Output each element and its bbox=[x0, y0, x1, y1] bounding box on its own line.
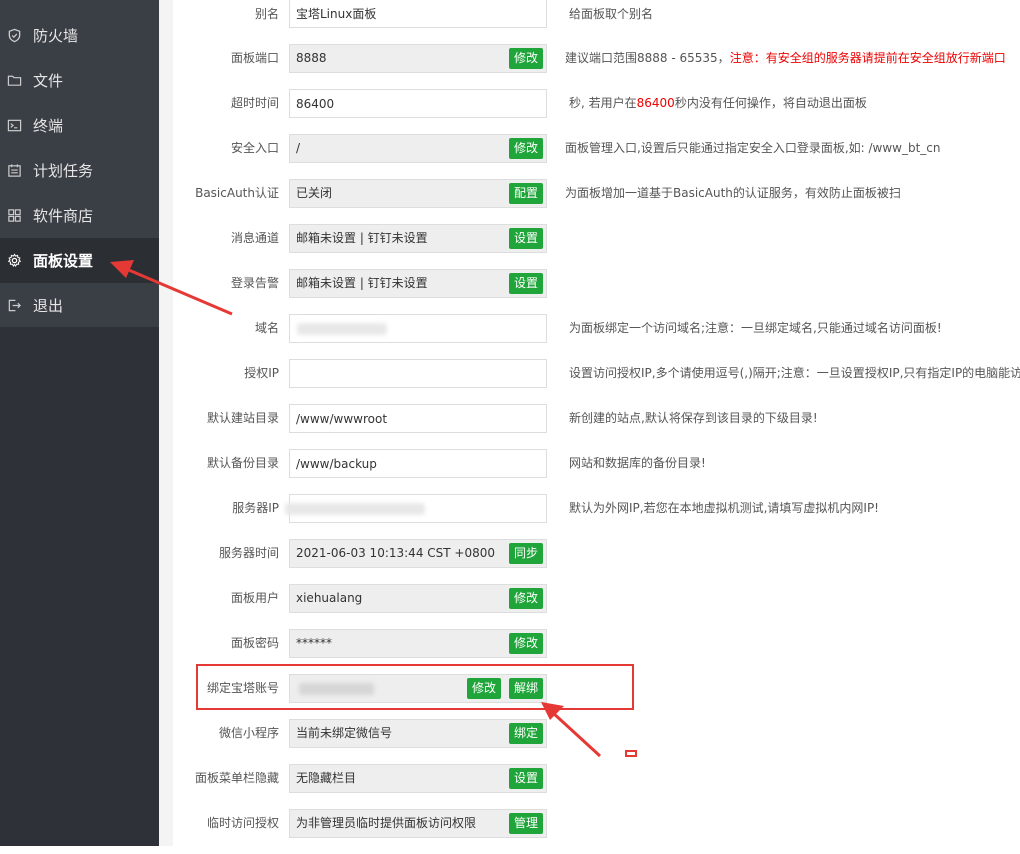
backup-dir-input[interactable] bbox=[289, 449, 547, 478]
edit-entrance-button[interactable]: 修改 bbox=[509, 138, 544, 159]
setting-timeout: 超时时间 秒, 若用户在86400秒内没有任何操作，将自动退出面板 bbox=[173, 89, 1020, 134]
shield-icon bbox=[6, 28, 22, 44]
set-menu-hide-button[interactable]: 设置 bbox=[509, 768, 544, 789]
redacted-value bbox=[285, 503, 425, 515]
sync-time-button[interactable]: 同步 bbox=[509, 543, 544, 564]
sidebar-item-firewall[interactable]: 防火墙 bbox=[0, 13, 159, 58]
setting-hint: 面板管理入口,设置后只能通过指定安全入口登录面板,如: /www_bt_cn bbox=[565, 141, 941, 155]
content-gutter bbox=[159, 0, 173, 846]
hint-warning: 注意：有安全组的服务器请提前在安全组放行新端口 bbox=[729, 51, 1006, 65]
setting-hint: 为面板增加一道基于BasicAuth的认证服务，有效防止面板被扫 bbox=[565, 186, 901, 200]
grid-icon bbox=[6, 208, 22, 224]
sidebar-item-label: 文件 bbox=[33, 72, 64, 90]
calendar-icon bbox=[6, 163, 22, 179]
setting-panel-user: 面板用户 xiehualang 修改 bbox=[173, 584, 1020, 629]
site-dir-input[interactable] bbox=[289, 404, 547, 433]
setting-label: 服务器IP bbox=[232, 501, 279, 515]
annotation-highlight-box bbox=[196, 664, 634, 710]
timeout-input[interactable] bbox=[289, 89, 547, 118]
setting-label: 默认备份目录 bbox=[206, 456, 279, 470]
gear-icon bbox=[6, 253, 22, 269]
setting-domain: 域名 为面板绑定一个访问域名;注意：一旦绑定域名,只能通过域名访问面板! bbox=[173, 314, 1020, 359]
sidebar-item-label: 计划任务 bbox=[33, 162, 94, 180]
setting-label: 授权IP bbox=[244, 366, 279, 380]
sidebar-item-terminal[interactable]: 终端 bbox=[0, 103, 159, 148]
edit-port-button[interactable]: 修改 bbox=[509, 48, 544, 69]
terminal-icon bbox=[6, 118, 22, 134]
set-login-alert-button[interactable]: 设置 bbox=[509, 273, 544, 294]
setting-menu-hide: 面板菜单栏隐藏 无隐藏栏目 设置 bbox=[173, 764, 1020, 809]
manage-temp-access-button[interactable]: 管理 bbox=[509, 813, 544, 834]
setting-hint: 建议端口范围8888 - 65535，注意：有安全组的服务器请提前在安全组放行新… bbox=[565, 44, 1006, 73]
setting-label: 别名 bbox=[254, 7, 279, 21]
sidebar-item-label: 终端 bbox=[33, 117, 64, 135]
setting-label: 微信小程序 bbox=[218, 726, 279, 740]
setting-label: 默认建站目录 bbox=[206, 411, 279, 425]
hint-text: 秒, 若用户在 bbox=[569, 96, 637, 110]
setting-temp-access: 临时访问授权 为非管理员临时提供面板访问权限 管理 bbox=[173, 809, 1020, 854]
setting-site-dir: 默认建站目录 新创建的站点,默认将保存到该目录的下级目录! bbox=[173, 404, 1020, 449]
setting-hint: 默认为外网IP,若您在本地虚拟机测试,请填写虚拟机内网IP! bbox=[569, 501, 879, 515]
annotation-mark bbox=[625, 750, 637, 757]
setting-label: BasicAuth认证 bbox=[195, 186, 279, 200]
setting-backup-dir: 默认备份目录 网站和数据库的备份目录! bbox=[173, 449, 1020, 494]
setting-label: 消息通道 bbox=[230, 231, 279, 245]
set-message-channel-button[interactable]: 设置 bbox=[509, 228, 544, 249]
setting-port: 面板端口 8888 修改 建议端口范围8888 - 65535，注意：有安全组的… bbox=[173, 44, 1020, 89]
setting-label: 面板菜单栏隐藏 bbox=[194, 771, 279, 785]
setting-label: 域名 bbox=[254, 321, 279, 335]
alias-input[interactable] bbox=[289, 0, 547, 28]
auth-ip-input[interactable] bbox=[289, 359, 547, 388]
setting-alias: 别名 给面板取个别名 bbox=[173, 0, 1020, 45]
setting-message-channel: 消息通道 邮箱未设置 | 钉钉未设置 设置 bbox=[173, 224, 1020, 269]
setting-hint: 新创建的站点,默认将保存到该目录的下级目录! bbox=[569, 411, 818, 425]
hint-highlight: 86400 bbox=[636, 96, 675, 110]
setting-basicauth: BasicAuth认证 已关闭 配置 为面板增加一道基于BasicAuth的认证… bbox=[173, 179, 1020, 224]
setting-hint: 网站和数据库的备份目录! bbox=[569, 456, 706, 470]
setting-wechat: 微信小程序 当前未绑定微信号 绑定 bbox=[173, 719, 1020, 764]
sidebar-item-label: 退出 bbox=[33, 297, 64, 315]
setting-login-alert: 登录告警 邮箱未设置 | 钉钉未设置 设置 bbox=[173, 269, 1020, 314]
sidebar-item-label: 面板设置 bbox=[33, 252, 94, 270]
setting-label: 面板用户 bbox=[230, 591, 279, 605]
redacted-value bbox=[297, 323, 387, 335]
logout-icon bbox=[6, 298, 22, 314]
folder-icon bbox=[6, 73, 22, 89]
setting-label: 超时时间 bbox=[230, 96, 279, 110]
setting-server-ip: 服务器IP 默认为外网IP,若您在本地虚拟机测试,请填写虚拟机内网IP! bbox=[173, 494, 1020, 539]
setting-server-time: 服务器时间 2021-06-03 10:13:44 CST +0800 同步 bbox=[173, 539, 1020, 584]
setting-label: 面板端口 bbox=[230, 51, 279, 65]
sidebar-item-settings[interactable]: 面板设置 bbox=[0, 238, 159, 283]
sidebar-item-cron[interactable]: 计划任务 bbox=[0, 148, 159, 193]
hint-text: 建议端口范围8888 - 65535， bbox=[565, 51, 730, 65]
sidebar-item-files[interactable]: 文件 bbox=[0, 58, 159, 103]
hint-text: 秒内没有任何操作，将自动退出面板 bbox=[674, 96, 867, 110]
sidebar-item-label: 防火墙 bbox=[33, 27, 79, 45]
config-basicauth-button[interactable]: 配置 bbox=[509, 183, 544, 204]
setting-hint: 设置访问授权IP,多个请使用逗号(,)隔开;注意：一旦设置授权IP,只有指定IP… bbox=[569, 366, 1020, 380]
setting-hint: 给面板取个别名 bbox=[569, 7, 654, 21]
sidebar-item-label: 软件商店 bbox=[33, 207, 94, 225]
edit-password-button[interactable]: 修改 bbox=[509, 633, 544, 654]
bind-wechat-button[interactable]: 绑定 bbox=[509, 723, 544, 744]
setting-auth-ip: 授权IP 设置访问授权IP,多个请使用逗号(,)隔开;注意：一旦设置授权IP,只… bbox=[173, 359, 1020, 404]
setting-label: 登录告警 bbox=[230, 276, 279, 290]
sidebar-item-store[interactable]: 软件商店 bbox=[0, 193, 159, 238]
sidebar-item-logout[interactable]: 退出 bbox=[0, 283, 159, 328]
setting-label: 临时访问授权 bbox=[206, 816, 279, 830]
setting-entrance: 安全入口 / 修改 面板管理入口,设置后只能通过指定安全入口登录面板,如: /w… bbox=[173, 134, 1020, 179]
edit-user-button[interactable]: 修改 bbox=[509, 588, 544, 609]
setting-label: 安全入口 bbox=[230, 141, 279, 155]
setting-hint: 为面板绑定一个访问域名;注意：一旦绑定域名,只能通过域名访问面板! bbox=[569, 321, 942, 335]
setting-hint: 秒, 若用户在86400秒内没有任何操作，将自动退出面板 bbox=[569, 89, 867, 118]
setting-label: 服务器时间 bbox=[218, 546, 279, 560]
